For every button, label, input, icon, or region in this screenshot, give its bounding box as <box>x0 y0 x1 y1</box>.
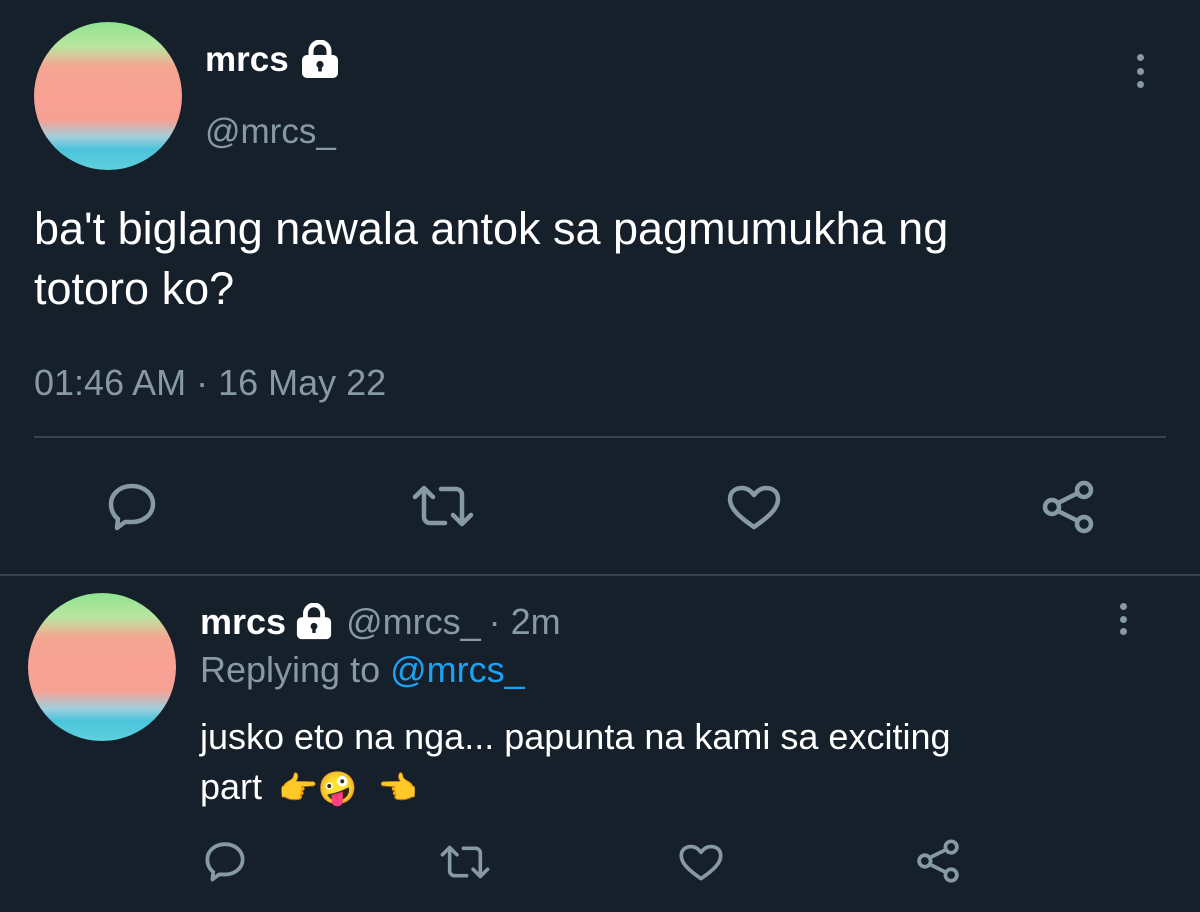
divider <box>34 436 1166 438</box>
reply-text-word: part <box>200 766 263 807</box>
tweet-text-line: totoro ko? <box>34 263 235 314</box>
share-button[interactable] <box>1040 479 1096 535</box>
replying-to-handle[interactable]: @mrcs_ <box>390 649 525 690</box>
reply-avatar[interactable] <box>28 593 176 741</box>
avatar[interactable] <box>34 22 182 170</box>
share-icon <box>915 838 961 884</box>
handle[interactable]: @mrcs_ <box>205 112 336 152</box>
point-left-emoji: 👈 <box>377 769 418 807</box>
reply-text: jusko eto na nga... papunta na kami sa e… <box>200 712 950 813</box>
retweet-button[interactable] <box>440 843 490 881</box>
point-right-emoji: 👉 <box>278 769 318 807</box>
heart-icon <box>678 843 724 883</box>
like-button[interactable] <box>726 484 782 532</box>
reply-age[interactable]: · 2m <box>489 601 561 643</box>
tweet-text-line: ba't biglang nawala antok sa pagmumukha … <box>34 203 949 254</box>
retweet-icon <box>412 483 474 529</box>
share-button[interactable] <box>915 838 961 884</box>
replying-to: Replying to @mrcs_ <box>200 649 525 691</box>
lock-icon <box>299 40 341 80</box>
reply-display-name[interactable]: mrcs <box>200 601 286 643</box>
retweet-button[interactable] <box>412 483 474 529</box>
more-vertical-icon[interactable] <box>1117 603 1129 635</box>
replying-to-label: Replying to <box>200 649 381 690</box>
lock-icon <box>294 603 334 641</box>
like-button[interactable] <box>678 843 724 883</box>
reply-icon <box>106 481 158 531</box>
share-icon <box>1040 479 1096 535</box>
timestamp[interactable]: 01:46 AM · 16 May 22 <box>34 362 386 404</box>
retweet-icon <box>440 843 490 881</box>
reply-text-line: jusko eto na nga... papunta na kami sa e… <box>200 716 951 757</box>
reply-button[interactable] <box>106 481 158 531</box>
tweet-text: ba't biglang nawala antok sa pagmumukha … <box>34 199 948 319</box>
reply-handle[interactable]: @mrcs_ <box>346 601 481 643</box>
tweet-author[interactable]: mrcs <box>205 40 341 80</box>
reply-text-line: part 👉🤪 👈 <box>200 762 950 813</box>
reply-header: mrcs @mrcs_ · 2m <box>200 601 561 643</box>
reply-button[interactable] <box>203 840 247 882</box>
more-vertical-icon[interactable] <box>1134 54 1146 88</box>
display-name[interactable]: mrcs <box>205 40 289 80</box>
section-divider <box>0 574 1200 576</box>
zany-face-emoji: 🤪 <box>317 769 358 807</box>
reply-icon <box>203 840 247 882</box>
heart-icon <box>726 484 782 532</box>
